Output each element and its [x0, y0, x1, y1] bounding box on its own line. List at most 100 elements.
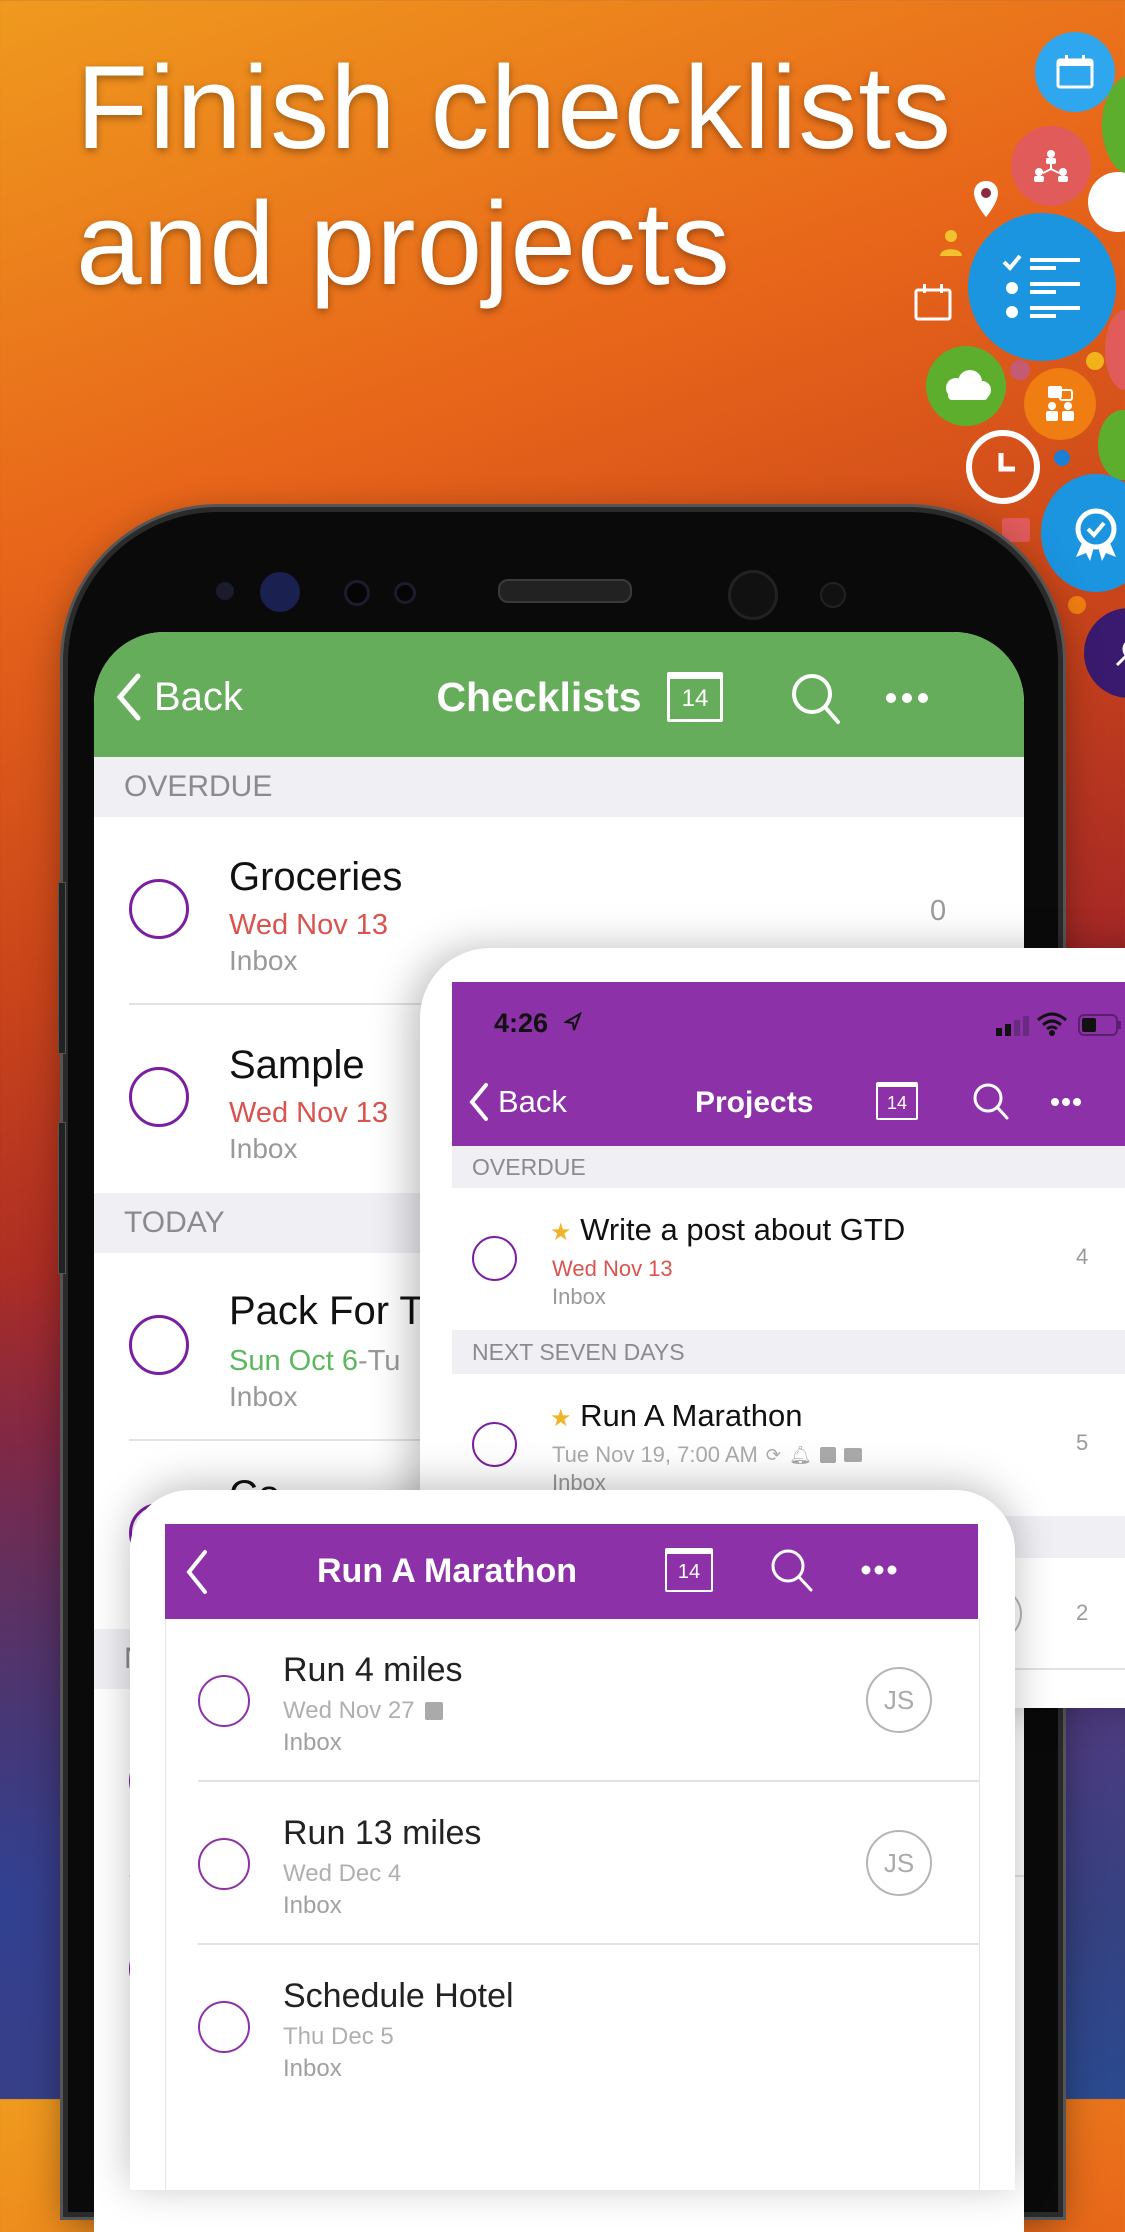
back-button[interactable]: Back — [468, 1082, 567, 1122]
assignee-avatar[interactable]: JS — [866, 1830, 932, 1896]
subtask-row[interactable]: Schedule Hotel Thu Dec 5 Inbox — [166, 1945, 979, 2108]
complete-checkbox[interactable] — [198, 1838, 250, 1890]
section-header-next-seven-days: NEXT SEVEN DAYS — [452, 1330, 1125, 1374]
award-badge-icon — [1041, 474, 1125, 592]
item-title: Schedule Hotel — [283, 1977, 514, 2015]
item-date-start: Sun Oct 6 — [229, 1345, 358, 1377]
project-row[interactable]: ★ Write a post about GTD Wed Nov 13 Inbo… — [452, 1188, 1125, 1330]
sensor-dot — [820, 582, 846, 608]
item-list: Inbox — [229, 945, 298, 976]
item-date: Wed Nov 27 — [283, 1697, 415, 1724]
calendar-day: 14 — [677, 1561, 701, 1583]
section-header-overdue: OVERDUE — [94, 757, 1024, 817]
back-label: Back — [498, 1084, 567, 1119]
item-date-end: -Tu — [357, 1345, 401, 1377]
iris-scanner — [260, 572, 300, 612]
signal-icon — [996, 1016, 1029, 1036]
item-date: Wed Dec 4 — [283, 1860, 402, 1887]
back-label: Back — [154, 674, 243, 719]
calendar-icon — [1035, 32, 1115, 112]
item-list: Inbox — [552, 1284, 606, 1309]
item-title: Groceries — [229, 855, 403, 899]
earpiece-speaker — [498, 579, 632, 603]
complete-checkbox[interactable] — [129, 879, 189, 939]
comment-icon — [843, 1448, 862, 1462]
item-meta: Wed Nov 27 — [283, 1697, 443, 1725]
back-button[interactable]: Back — [114, 672, 243, 722]
complete-checkbox[interactable] — [129, 1315, 189, 1375]
search-button[interactable] — [769, 1546, 815, 1594]
complete-checkbox[interactable] — [198, 1675, 250, 1727]
status-bar: 4:26 — [452, 982, 1125, 1062]
calendar-today-button[interactable]: 14 — [876, 1082, 918, 1120]
search-icon — [1084, 608, 1125, 698]
item-count: 4 — [1076, 1244, 1089, 1269]
gear-icon — [1086, 352, 1104, 370]
item-meta: Tue Nov 19, 7:00 AM ⟳ 🔔︎ — [552, 1442, 862, 1468]
chevron-left-icon — [469, 1083, 488, 1121]
complete-checkbox[interactable] — [472, 1236, 517, 1281]
star-icon: ★ — [550, 1219, 572, 1246]
item-title: Sample — [229, 1043, 365, 1087]
wifi-icon — [1037, 1012, 1067, 1036]
phone-side-button — [58, 882, 66, 1054]
globe-icon — [1088, 172, 1125, 232]
item-title: Write a post about GTD — [580, 1212, 906, 1247]
page-title: Run A Marathon — [317, 1552, 578, 1590]
search-icon — [771, 1549, 813, 1592]
section-header-overdue: OVERDUE — [452, 1146, 1125, 1188]
subtask-row[interactable]: Run 4 miles Wed Nov 27 Inbox JS — [166, 1619, 979, 1782]
more-options-button[interactable] — [1046, 1092, 1086, 1112]
red-bubble-icon — [1105, 310, 1125, 390]
ellipsis-icon — [886, 693, 928, 703]
item-list: Inbox — [229, 1133, 298, 1164]
subtask-row[interactable]: Run 13 miles Wed Dec 4 Inbox JS — [166, 1782, 979, 1945]
search-icon — [792, 674, 840, 724]
item-list: Inbox — [283, 1729, 342, 1756]
search-button[interactable] — [970, 1080, 1012, 1122]
headline-line-2: and projects — [76, 178, 731, 310]
more-options-button[interactable] — [882, 678, 932, 718]
checklists-nav-bar: Back Checklists 14 — [94, 632, 1024, 757]
cloud-icon — [926, 346, 1006, 426]
item-date: Sun Oct 6-Tu — [229, 1345, 400, 1378]
more-options-button[interactable] — [859, 1560, 899, 1580]
sensor-dot — [344, 580, 370, 606]
phone-side-button — [58, 1122, 66, 1274]
ellipsis-icon — [1051, 1098, 1081, 1106]
gear-icon — [1054, 450, 1070, 466]
search-button[interactable] — [786, 668, 846, 728]
item-title: Pack For T — [229, 1289, 424, 1333]
complete-checkbox[interactable] — [198, 2001, 250, 2053]
calendar-day: 14 — [886, 1092, 908, 1113]
item-list: Inbox — [283, 1892, 342, 1919]
ellipsis-icon — [861, 1565, 897, 1575]
search-icon — [973, 1083, 1009, 1120]
item-title: Run A Marathon — [580, 1398, 803, 1433]
item-title-line: ★ Run A Marathon — [550, 1398, 802, 1434]
page-title: Projects — [695, 1086, 814, 1119]
repeat-icon: ⟳ — [765, 1444, 781, 1465]
assignee-avatar[interactable]: JS — [866, 1667, 932, 1733]
complete-checkbox[interactable] — [472, 1422, 517, 1467]
location-pin-icon — [970, 178, 1002, 220]
subtask-list: Run 4 miles Wed Nov 27 Inbox JS Run 13 m… — [165, 1619, 980, 2190]
item-date: Thu Dec 5 — [283, 2023, 394, 2050]
small-orange-dot-icon — [1068, 596, 1086, 614]
org-chart-icon — [1011, 126, 1091, 206]
complete-checkbox[interactable] — [129, 1067, 189, 1127]
bell-icon: 🔔︎ — [788, 1444, 812, 1465]
calendar-today-button[interactable]: 14 — [665, 1548, 713, 1592]
team-discussion-icon — [1024, 368, 1096, 440]
calendar-day: 14 — [681, 685, 709, 712]
marathon-card: Run A Marathon 14 Run 4 miles Wed Nov 27… — [130, 1490, 1015, 2190]
clock-icon — [966, 430, 1040, 504]
back-button[interactable] — [179, 1544, 215, 1600]
marathon-nav-bar: Run A Marathon 14 — [165, 1524, 978, 1619]
chevron-left-icon — [186, 1550, 207, 1594]
note-icon — [424, 1702, 443, 1720]
item-count: 5 — [1076, 1430, 1089, 1455]
calendar-today-button[interactable]: 14 — [667, 672, 723, 722]
status-time: 4:26 — [494, 1008, 549, 1038]
checklist-icon — [968, 213, 1116, 361]
